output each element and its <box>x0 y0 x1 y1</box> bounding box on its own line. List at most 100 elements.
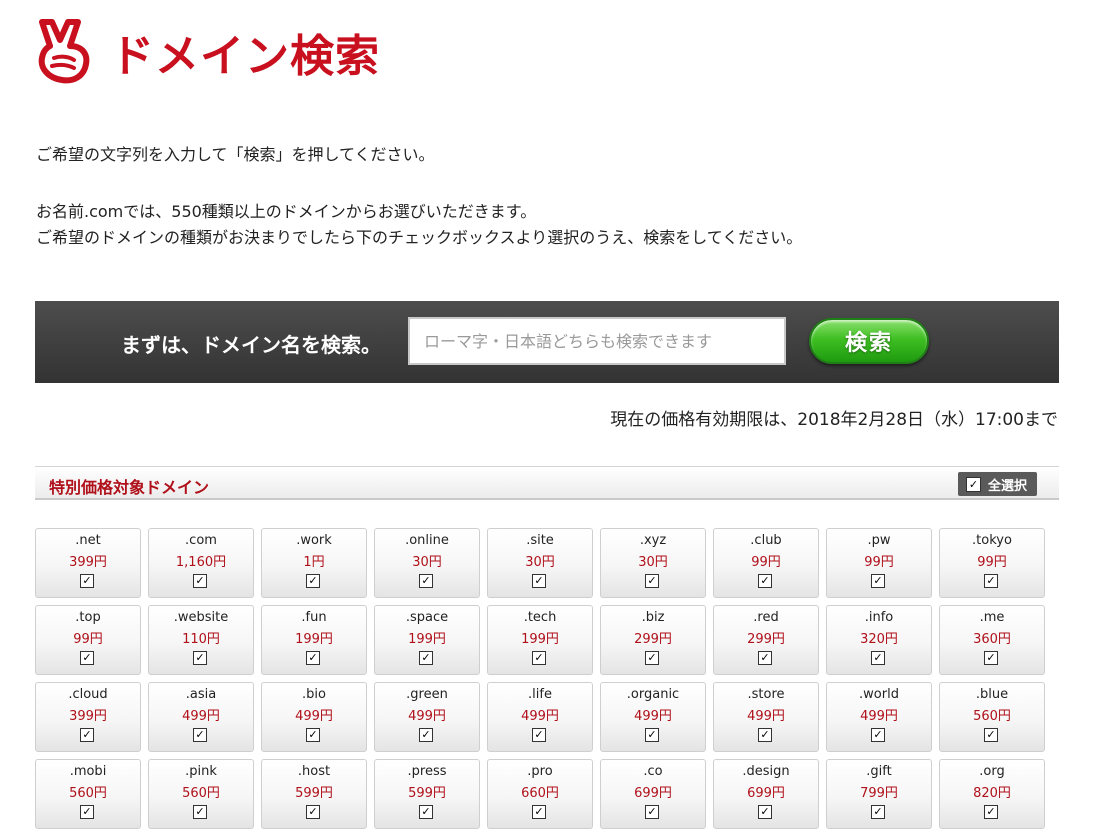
domain-checkbox[interactable]: ✓ <box>758 651 772 665</box>
domain-checkbox[interactable]: ✓ <box>80 805 94 819</box>
domain-option[interactable]: .red 299円 ✓ <box>713 605 819 675</box>
checkbox-checked-icon[interactable]: ✓ <box>965 476 981 492</box>
domain-option[interactable]: .net 399円 ✓ <box>35 528 141 598</box>
domain-checkbox[interactable]: ✓ <box>532 805 546 819</box>
domain-price: 499円 <box>182 709 220 724</box>
domain-search-input[interactable] <box>408 317 786 365</box>
domain-option[interactable]: .xyz 30円 ✓ <box>600 528 706 598</box>
domain-checkbox[interactable]: ✓ <box>645 805 659 819</box>
domain-checkbox[interactable]: ✓ <box>193 805 207 819</box>
domain-option[interactable]: .tech 199円 ✓ <box>487 605 593 675</box>
domain-price: 110円 <box>182 632 220 647</box>
domain-checkbox[interactable]: ✓ <box>80 651 94 665</box>
domain-checkbox[interactable]: ✓ <box>984 574 998 588</box>
domain-option[interactable]: .blue 560円 ✓ <box>939 682 1045 752</box>
domain-checkbox[interactable]: ✓ <box>871 651 885 665</box>
domain-checkbox[interactable]: ✓ <box>193 651 207 665</box>
domain-checkbox[interactable]: ✓ <box>645 651 659 665</box>
domain-option[interactable]: .gift 799円 ✓ <box>826 759 932 829</box>
domain-checkbox[interactable]: ✓ <box>419 651 433 665</box>
domain-checkbox[interactable]: ✓ <box>758 728 772 742</box>
domain-checkbox[interactable]: ✓ <box>871 574 885 588</box>
domain-tld: .tech <box>523 610 557 625</box>
domain-checkbox[interactable]: ✓ <box>419 574 433 588</box>
domain-option[interactable]: .org 820円 ✓ <box>939 759 1045 829</box>
domain-checkbox[interactable]: ✓ <box>984 728 998 742</box>
domain-option[interactable]: .club 99円 ✓ <box>713 528 819 598</box>
domain-checkbox[interactable]: ✓ <box>871 805 885 819</box>
domain-checkbox[interactable]: ✓ <box>419 728 433 742</box>
domain-checkbox[interactable]: ✓ <box>80 728 94 742</box>
domain-checkbox[interactable]: ✓ <box>419 805 433 819</box>
domain-option[interactable]: .world 499円 ✓ <box>826 682 932 752</box>
domain-tld: .club <box>750 533 782 548</box>
domain-tld: .store <box>747 687 785 702</box>
domain-option[interactable]: .asia 499円 ✓ <box>148 682 254 752</box>
domain-option[interactable]: .life 499円 ✓ <box>487 682 593 752</box>
domain-checkbox[interactable]: ✓ <box>193 574 207 588</box>
section-header: 特別価格対象ドメイン ✓ 全選択 <box>35 466 1059 500</box>
domain-price: 499円 <box>295 709 333 724</box>
domain-option[interactable]: .space 199円 ✓ <box>374 605 480 675</box>
domain-checkbox[interactable]: ✓ <box>758 805 772 819</box>
domain-checkbox[interactable]: ✓ <box>645 728 659 742</box>
domain-tld: .space <box>405 610 449 625</box>
domain-option[interactable]: .organic 499円 ✓ <box>600 682 706 752</box>
domain-checkbox[interactable]: ✓ <box>645 574 659 588</box>
domain-price: 499円 <box>747 709 785 724</box>
domain-option[interactable]: .green 499円 ✓ <box>374 682 480 752</box>
domain-option[interactable]: .online 30円 ✓ <box>374 528 480 598</box>
domain-price: 699円 <box>747 786 785 801</box>
domain-checkbox[interactable]: ✓ <box>306 574 320 588</box>
domain-checkbox[interactable]: ✓ <box>193 728 207 742</box>
domain-option[interactable]: .website 110円 ✓ <box>148 605 254 675</box>
domain-checkbox[interactable]: ✓ <box>758 574 772 588</box>
select-all-button[interactable]: ✓ 全選択 <box>957 472 1037 496</box>
domain-option[interactable]: .top 99円 ✓ <box>35 605 141 675</box>
domain-checkbox[interactable]: ✓ <box>532 651 546 665</box>
domain-checkbox[interactable]: ✓ <box>80 574 94 588</box>
domain-option[interactable]: .pro 660円 ✓ <box>487 759 593 829</box>
domain-tld: .com <box>185 533 217 548</box>
domain-checkbox[interactable]: ✓ <box>306 805 320 819</box>
domain-checkbox[interactable]: ✓ <box>532 728 546 742</box>
domain-option[interactable]: .co 699円 ✓ <box>600 759 706 829</box>
domain-price: 399円 <box>69 709 107 724</box>
domain-checkbox[interactable]: ✓ <box>532 574 546 588</box>
search-button[interactable]: 検索 <box>809 318 929 364</box>
domain-tld: .top <box>75 610 101 625</box>
domain-option[interactable]: .site 30円 ✓ <box>487 528 593 598</box>
domain-price: 199円 <box>521 632 559 647</box>
domain-tld: .tokyo <box>972 533 1012 548</box>
domain-tld: .info <box>864 610 894 625</box>
domain-price: 360円 <box>973 632 1011 647</box>
domain-option[interactable]: .me 360円 ✓ <box>939 605 1045 675</box>
domain-checkbox[interactable]: ✓ <box>984 805 998 819</box>
domain-price: 499円 <box>634 709 672 724</box>
domain-checkbox[interactable]: ✓ <box>984 651 998 665</box>
domain-checkbox[interactable]: ✓ <box>306 728 320 742</box>
domain-option[interactable]: .fun 199円 ✓ <box>261 605 367 675</box>
domain-option[interactable]: .pw 99円 ✓ <box>826 528 932 598</box>
domain-option[interactable]: .mobi 560円 ✓ <box>35 759 141 829</box>
domain-option[interactable]: .press 599円 ✓ <box>374 759 480 829</box>
domain-tld: .bio <box>302 687 326 702</box>
select-all-label: 全選択 <box>987 478 1027 494</box>
domain-option[interactable]: .work 1円 ✓ <box>261 528 367 598</box>
domain-option[interactable]: .tokyo 99円 ✓ <box>939 528 1045 598</box>
domain-checkbox[interactable]: ✓ <box>871 728 885 742</box>
domain-option[interactable]: .cloud 399円 ✓ <box>35 682 141 752</box>
domain-option[interactable]: .bio 499円 ✓ <box>261 682 367 752</box>
domain-option[interactable]: .com 1,160円 ✓ <box>148 528 254 598</box>
domain-option[interactable]: .design 699円 ✓ <box>713 759 819 829</box>
domain-price: 499円 <box>521 709 559 724</box>
domain-option[interactable]: .host 599円 ✓ <box>261 759 367 829</box>
domain-option[interactable]: .store 499円 ✓ <box>713 682 819 752</box>
intro-line-3: ご希望のドメインの種類がお決まりでしたら下のチェックボックスより選択のうえ、検索… <box>36 228 803 247</box>
domain-tld: .fun <box>301 610 327 625</box>
domain-price: 30円 <box>638 555 668 570</box>
domain-option[interactable]: .biz 299円 ✓ <box>600 605 706 675</box>
domain-option[interactable]: .pink 560円 ✓ <box>148 759 254 829</box>
domain-checkbox[interactable]: ✓ <box>306 651 320 665</box>
domain-option[interactable]: .info 320円 ✓ <box>826 605 932 675</box>
